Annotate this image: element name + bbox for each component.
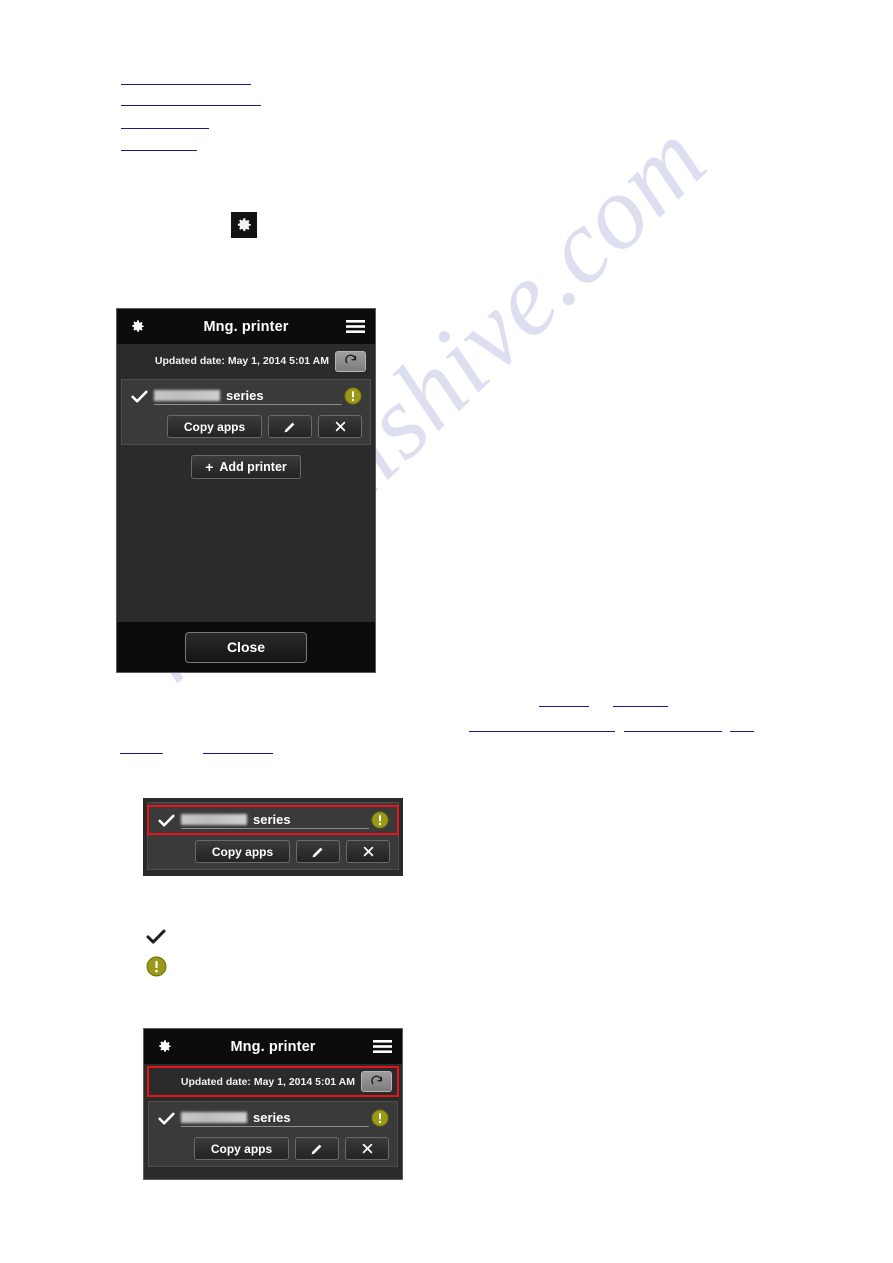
hamburger-menu-icon — [372, 1040, 392, 1053]
mid-link-1[interactable] — [539, 694, 589, 707]
warning-icon — [371, 1109, 389, 1127]
mid-link-6[interactable] — [120, 741, 163, 754]
copy-apps-button[interactable]: Copy apps — [167, 415, 262, 438]
mid-link-3[interactable] — [469, 719, 615, 732]
panel-body: series Copy apps — [143, 798, 403, 876]
mid-link-2[interactable] — [613, 694, 668, 707]
printer-selected-checkbox[interactable] — [128, 389, 150, 404]
panel-title: Mng. printer — [203, 318, 289, 335]
gear-icon — [158, 1040, 171, 1052]
hamburger-menu-button[interactable] — [371, 1036, 393, 1058]
check-icon — [157, 1112, 175, 1125]
hamburger-menu-button[interactable] — [344, 316, 366, 338]
copy-apps-button[interactable]: Copy apps — [195, 840, 290, 863]
add-printer-label: Add printer — [219, 460, 287, 474]
printer-card: series Copy apps — [121, 379, 371, 445]
warning-icon — [371, 811, 389, 829]
top-link-4[interactable] — [121, 138, 197, 151]
printer-name: series — [154, 388, 342, 405]
printer-series-label: series — [226, 387, 264, 403]
refresh-button[interactable] — [361, 1071, 392, 1092]
settings-gear-button[interactable] — [153, 1036, 175, 1058]
printer-name-row[interactable]: series — [149, 1104, 397, 1132]
refresh-button[interactable] — [335, 350, 366, 372]
top-link-1[interactable] — [121, 72, 251, 85]
close-x-icon — [363, 846, 373, 857]
gear-icon-chip — [231, 212, 257, 238]
edit-printer-button[interactable] — [295, 1137, 339, 1160]
printer-name-row[interactable]: series — [147, 805, 399, 835]
printer-status-warning[interactable] — [342, 387, 364, 405]
top-link-3[interactable] — [121, 116, 209, 129]
printer-action-buttons: Copy apps — [149, 1132, 397, 1160]
mid-link-4[interactable] — [624, 719, 722, 732]
printer-card: series Copy apps — [147, 802, 399, 870]
plus-icon: + — [205, 459, 214, 475]
updated-date-detail-panel: Mng. printer Updated date: May 1, 2014 5… — [143, 1028, 403, 1180]
check-icon — [157, 814, 175, 827]
panel-header: Mng. printer — [144, 1029, 402, 1064]
legend-check-icon-chip — [145, 925, 167, 947]
add-printer-button[interactable]: + Add printer — [191, 455, 301, 479]
settings-gear-button[interactable] — [126, 316, 148, 338]
printer-selected-checkbox[interactable] — [155, 813, 177, 828]
printer-model-redacted — [181, 1111, 247, 1123]
updated-date-row[interactable]: Updated date: May 1, 2014 5:01 AM — [147, 1066, 399, 1097]
printer-series-label: series — [253, 811, 291, 827]
printer-name: series — [181, 812, 369, 829]
copy-apps-button[interactable]: Copy apps — [194, 1137, 289, 1160]
pencil-icon — [311, 1144, 322, 1154]
close-button[interactable]: Close — [185, 631, 307, 663]
pencil-icon — [284, 422, 295, 432]
refresh-icon — [370, 1074, 382, 1084]
printer-action-buttons: Copy apps — [148, 835, 398, 863]
mng-printer-panel-main: Mng. printer Updated date: May 1, 2014 5… — [116, 308, 376, 673]
top-link-2[interactable] — [121, 93, 261, 106]
mid-link-5[interactable] — [730, 719, 754, 732]
printer-model-redacted — [181, 813, 247, 825]
panel-spacer — [117, 479, 375, 622]
delete-printer-button[interactable] — [346, 840, 390, 863]
edit-printer-button[interactable] — [296, 840, 340, 863]
mid-link-7[interactable] — [203, 741, 273, 754]
printer-name: series — [181, 1110, 369, 1127]
close-x-icon — [362, 1143, 372, 1154]
edit-printer-button[interactable] — [268, 415, 312, 438]
panel-body: Updated date: May 1, 2014 5:01 AM series — [117, 344, 375, 622]
printer-action-buttons: Copy apps — [122, 410, 370, 438]
gear-icon — [131, 320, 144, 332]
panel-footer: Close — [117, 622, 375, 672]
gear-icon — [237, 218, 251, 232]
printer-status-warning[interactable] — [369, 811, 391, 829]
updated-date-row: Updated date: May 1, 2014 5:01 AM — [121, 347, 371, 375]
check-icon — [130, 390, 148, 403]
panel-title: Mng. printer — [230, 1038, 316, 1055]
printer-card: series Copy apps — [148, 1101, 398, 1167]
refresh-icon — [344, 354, 356, 364]
add-printer-row: + Add printer — [117, 445, 375, 479]
warning-icon — [146, 956, 166, 976]
printer-row-detail-panel: series Copy apps — [143, 798, 403, 876]
panel-body: Updated date: May 1, 2014 5:01 AM series — [144, 1064, 402, 1179]
printer-name-row[interactable]: series — [122, 382, 370, 410]
hamburger-menu-icon — [345, 320, 365, 333]
legend-warning-icon-chip — [145, 955, 167, 977]
delete-printer-button[interactable] — [318, 415, 362, 438]
printer-status-warning[interactable] — [369, 1109, 391, 1127]
printer-model-redacted — [154, 389, 220, 401]
printer-selected-checkbox[interactable] — [155, 1111, 177, 1126]
panel-header: Mng. printer — [117, 309, 375, 344]
delete-printer-button[interactable] — [345, 1137, 389, 1160]
pencil-icon — [312, 847, 323, 857]
updated-date-label: Updated date: May 1, 2014 5:01 AM — [154, 355, 329, 367]
printer-series-label: series — [253, 1109, 291, 1125]
close-x-icon — [335, 421, 345, 432]
updated-date-label: Updated date: May 1, 2014 5:01 AM — [180, 1075, 355, 1088]
check-icon — [146, 929, 166, 944]
warning-icon — [344, 387, 362, 405]
